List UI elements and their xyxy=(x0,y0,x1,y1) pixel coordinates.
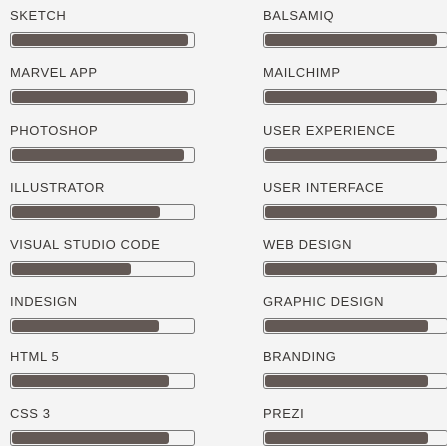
skill-progress-track xyxy=(10,204,195,220)
skill-progress-track xyxy=(263,89,447,105)
skill-progress-fill xyxy=(265,263,437,275)
skill-label: HTML 5 xyxy=(10,349,60,364)
skill-label: BALSAMIQ xyxy=(263,8,335,23)
skill-progress-track xyxy=(263,147,447,163)
skill-label: MARVEL APP xyxy=(10,65,98,80)
skill-label: USER EXPERIENCE xyxy=(263,123,396,138)
skill-progress-fill xyxy=(12,206,160,218)
skill-progress-track xyxy=(10,430,195,446)
skill-label: WEB DESIGN xyxy=(263,237,353,252)
skill-label: INDESIGN xyxy=(10,294,78,309)
skill-progress-track xyxy=(10,261,195,277)
skill-progress-fill xyxy=(12,432,169,444)
skill-progress-track xyxy=(263,430,447,446)
skill-progress-fill xyxy=(265,34,437,46)
skill-progress-track xyxy=(263,32,447,48)
skill-progress-fill xyxy=(265,149,437,161)
skill-label: GRAPHIC DESIGN xyxy=(263,294,385,309)
skill-label: BRANDING xyxy=(263,349,337,364)
skill-progress-fill xyxy=(265,320,428,332)
skill-progress-fill xyxy=(12,263,131,275)
skill-progress-fill xyxy=(12,320,159,332)
skill-progress-track xyxy=(263,318,447,334)
skill-label: SKETCH xyxy=(10,8,67,23)
skill-progress-fill xyxy=(265,91,437,103)
skill-progress-fill xyxy=(12,91,188,103)
skill-progress-track xyxy=(10,318,195,334)
skill-progress-track xyxy=(10,32,195,48)
skill-progress-fill xyxy=(265,432,428,444)
skill-label: PREZI xyxy=(263,406,305,421)
skill-label: ILLUSTRATOR xyxy=(10,180,105,195)
skill-progress-track xyxy=(263,261,447,277)
skill-label: MAILCHIMP xyxy=(263,65,341,80)
skill-progress-track xyxy=(263,204,447,220)
skill-progress-fill xyxy=(12,149,184,161)
skill-progress-fill xyxy=(265,375,428,387)
skill-label: USER INTERFACE xyxy=(263,180,385,195)
skill-progress-fill xyxy=(12,34,188,46)
skill-label: PHOTOSHOP xyxy=(10,123,99,138)
skill-progress-track xyxy=(10,147,195,163)
skill-label: CSS 3 xyxy=(10,406,51,421)
skill-progress-fill xyxy=(12,375,169,387)
skill-progress-fill xyxy=(265,206,437,218)
skill-progress-track xyxy=(263,373,447,389)
skill-progress-track xyxy=(10,89,195,105)
skill-progress-track xyxy=(10,373,195,389)
skill-label: VISUAL STUDIO CODE xyxy=(10,237,161,252)
